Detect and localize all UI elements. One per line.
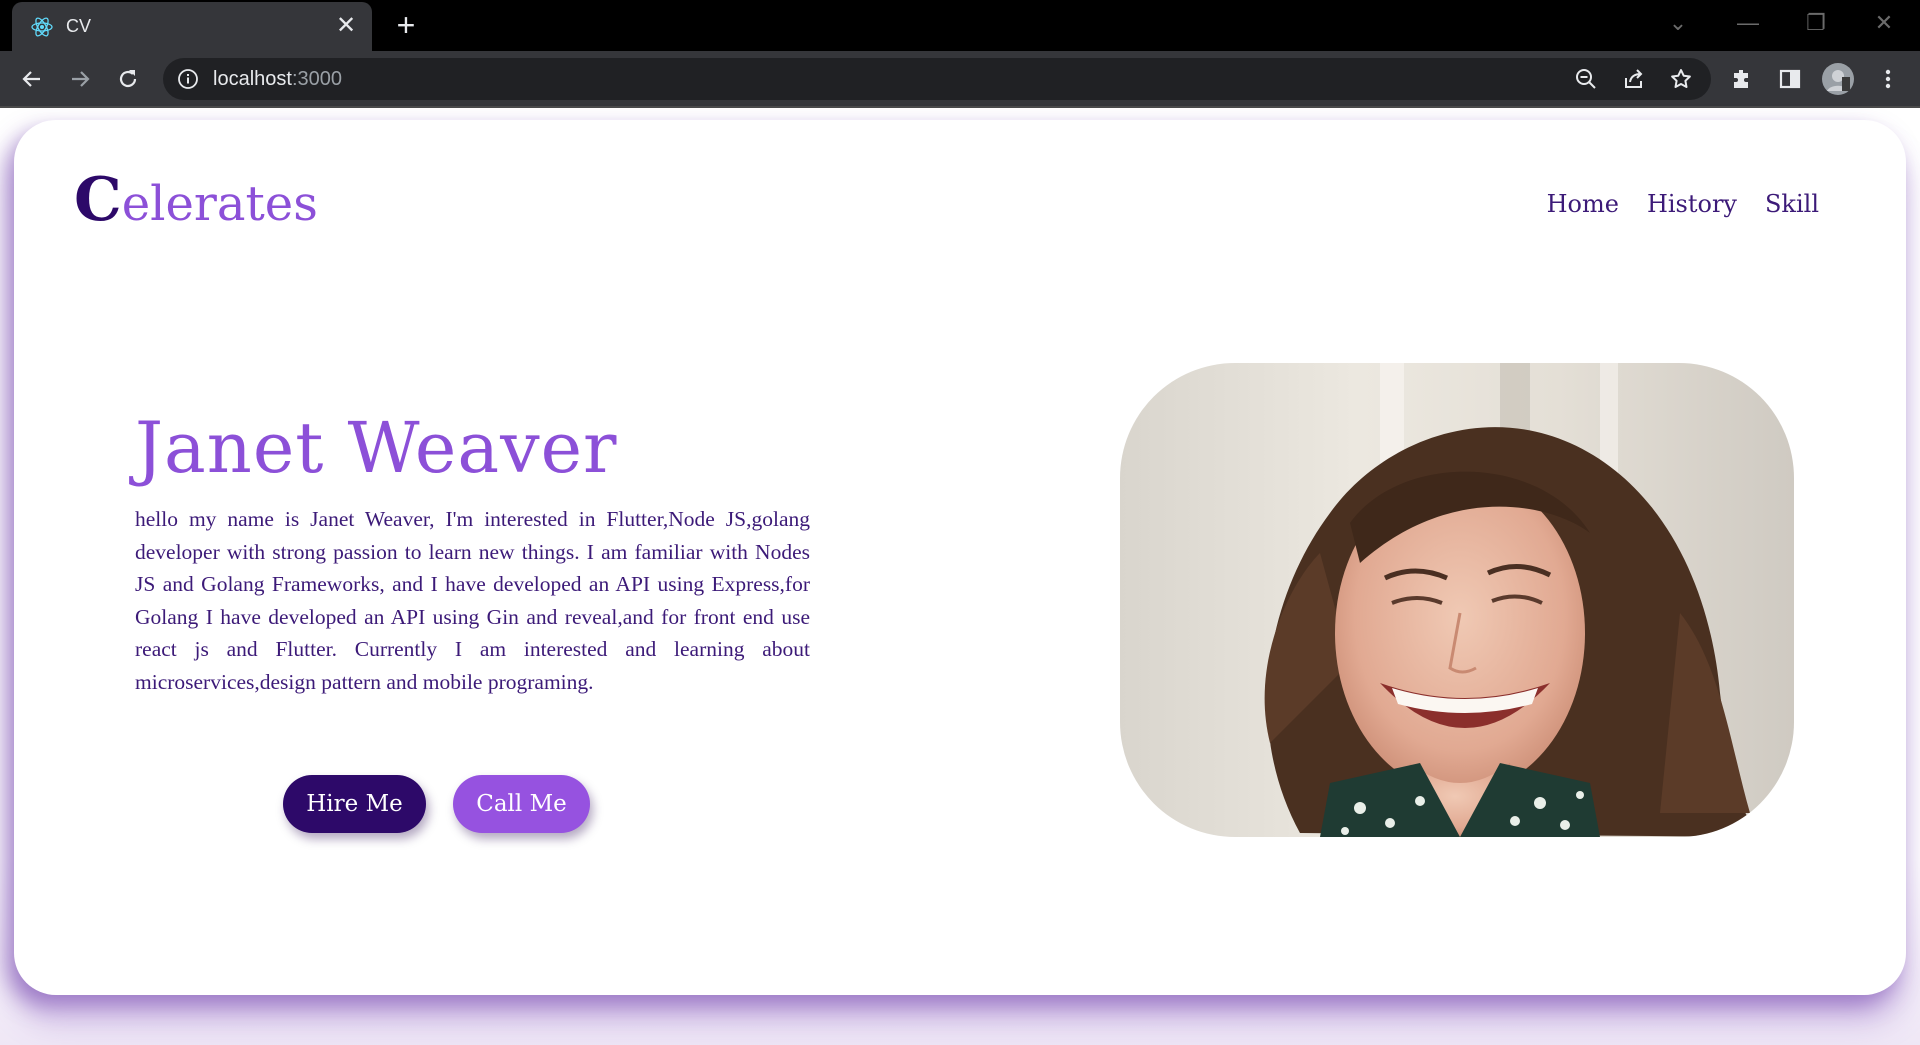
hire-me-button[interactable]: Hire Me (283, 775, 426, 833)
address-bar[interactable]: localhost:3000 (163, 58, 1711, 100)
tab-search-icon[interactable]: ⌄ (1658, 8, 1698, 38)
info-icon[interactable] (177, 68, 199, 90)
profile-avatar[interactable] (1822, 63, 1854, 95)
extensions-icon[interactable] (1726, 63, 1758, 95)
url-host: localhost (213, 68, 292, 90)
profile-photo (1120, 363, 1794, 837)
new-tab-button[interactable]: + (390, 9, 422, 42)
cv-card: Celerates Home History Skill Janet Weave… (14, 120, 1906, 995)
nav-home[interactable]: Home (1547, 190, 1619, 218)
tab-strip: CV ✕ + ⌄ — ❐ ✕ (0, 0, 1920, 51)
logo-initial: C (74, 165, 122, 235)
hero-bio: hello my name is Janet Weaver, I'm inter… (135, 507, 810, 694)
url-text: localhost:3000 (213, 68, 342, 91)
nav-history[interactable]: History (1647, 190, 1737, 218)
back-arrow-icon[interactable] (16, 63, 48, 95)
page-viewport: Celerates Home History Skill Janet Weave… (0, 108, 1920, 1045)
hero-name: Janet Weaver (135, 407, 618, 489)
forward-arrow-icon[interactable] (64, 63, 96, 95)
star-icon[interactable] (1668, 66, 1694, 92)
share-icon[interactable] (1621, 66, 1647, 92)
main-nav: Home History Skill (1547, 190, 1819, 218)
logo-text: elerates (121, 176, 318, 232)
more-menu-icon[interactable] (1872, 63, 1904, 95)
nav-skill[interactable]: Skill (1765, 190, 1819, 218)
tab-title: CV (66, 16, 92, 36)
call-me-button[interactable]: Call Me (453, 775, 590, 833)
zoom-out-icon[interactable] (1573, 66, 1599, 92)
tab-close-icon[interactable]: ✕ (334, 14, 358, 38)
browser-toolbar: localhost:3000 (0, 51, 1920, 106)
tab-cv[interactable]: CV ✕ (12, 2, 372, 51)
url-port: :3000 (291, 68, 342, 90)
restore-button[interactable]: ❐ (1796, 8, 1836, 38)
site-logo[interactable]: Celerates (74, 165, 318, 235)
minimize-button[interactable]: — (1728, 8, 1768, 38)
react-favicon-icon (30, 15, 54, 39)
side-panel-icon[interactable] (1774, 63, 1806, 95)
reload-icon[interactable] (112, 63, 144, 95)
close-window-button[interactable]: ✕ (1864, 8, 1904, 38)
